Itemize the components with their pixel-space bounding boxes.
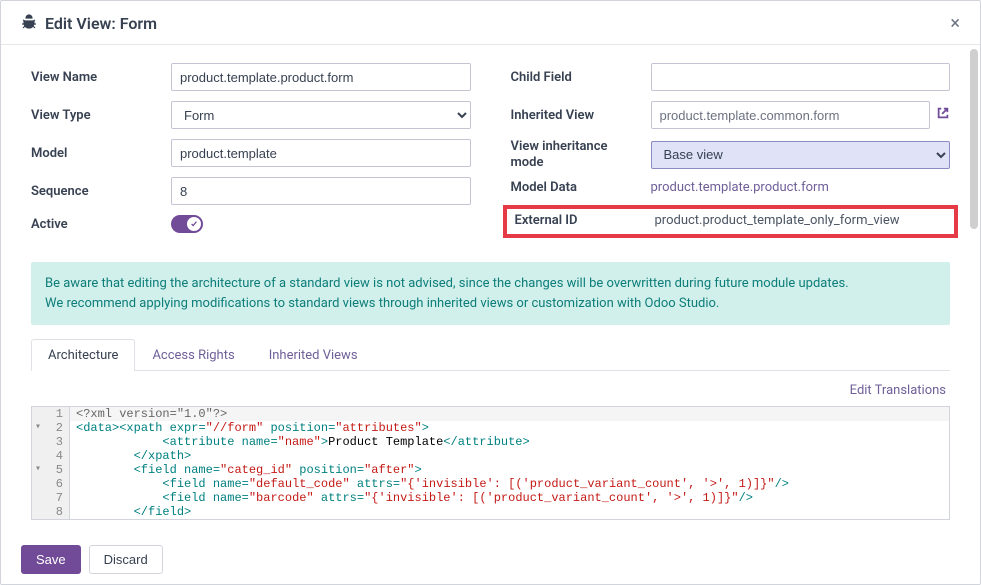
code-editor[interactable]: 1<?xml version="1.0"?>2▾<data><xpath exp… [31,406,950,520]
code-line[interactable]: 8 </field> [32,505,949,519]
discard-button[interactable]: Discard [89,545,163,574]
view-type-select[interactable]: Form [171,101,471,129]
child-field-label: Child Field [511,70,641,85]
model-data-label: Model Data [511,180,641,195]
modal-title: Edit View: Form [45,14,157,33]
scrollbar-track[interactable] [970,49,978,528]
edit-view-modal: Edit View: Form × View Name View Type Fo… [0,0,981,585]
external-link-icon[interactable] [936,106,950,124]
view-type-label: View Type [31,108,161,123]
form-grid: View Name View Type Form Model Sequence … [31,63,950,238]
external-id-value: product.product_template_only_form_view [655,213,900,228]
code-line[interactable]: 5▾ <field name="categ_id" position="afte… [32,463,949,477]
modal-body: View Name View Type Form Model Sequence … [1,45,980,535]
form-col-right: Child Field Inherited View View inherita… [511,63,951,238]
inherited-view-input[interactable] [651,101,931,129]
modal-footer: Save Discard [1,535,980,584]
child-field-input[interactable] [651,63,951,91]
inherit-mode-select[interactable]: Base view [651,141,951,169]
code-line[interactable]: 7 <field name="barcode" attrs="{'invisib… [32,491,949,505]
code-line[interactable]: 6 <field name="default_code" attrs="{'in… [32,477,949,491]
info-box: Be aware that editing the architecture o… [31,262,950,325]
tab-access-rights[interactable]: Access Rights [135,339,251,371]
code-line[interactable]: 3 <attribute name="name">Product Templat… [32,435,949,449]
external-id-highlight: External ID product.product_template_onl… [503,205,959,238]
view-name-input[interactable] [171,63,471,91]
modal-header: Edit View: Form × [1,1,980,45]
tab-architecture[interactable]: Architecture [31,339,135,371]
code-line[interactable]: 4 </xpath> [32,449,949,463]
model-label: Model [31,146,161,161]
close-icon[interactable]: × [950,13,960,34]
tabs: Architecture Access Rights Inherited Vie… [31,339,950,371]
edit-translations-link[interactable]: Edit Translations [31,371,950,406]
info-line-1: Be aware that editing the architecture o… [45,274,936,294]
inherit-mode-label: View inheritance mode [511,139,641,170]
code-line[interactable]: 2▾<data><xpath expr="//form" position="a… [32,421,949,435]
tab-inherited-views[interactable]: Inherited Views [252,339,375,371]
active-toggle[interactable] [171,215,203,233]
active-label: Active [31,217,161,232]
form-col-left: View Name View Type Form Model Sequence … [31,63,471,238]
code-line[interactable]: 1<?xml version="1.0"?> [32,407,949,421]
model-input[interactable] [171,139,471,167]
bug-icon [21,14,37,34]
model-data-link[interactable]: product.template.product.form [651,180,829,195]
external-id-label: External ID [515,213,645,228]
info-line-2: We recommend applying modifications to s… [45,294,936,314]
inherited-view-label: Inherited View [511,108,641,123]
sequence-label: Sequence [31,184,161,199]
save-button[interactable]: Save [21,545,81,574]
scrollbar-thumb[interactable] [970,49,978,229]
view-name-label: View Name [31,70,161,85]
sequence-input[interactable] [171,177,471,205]
